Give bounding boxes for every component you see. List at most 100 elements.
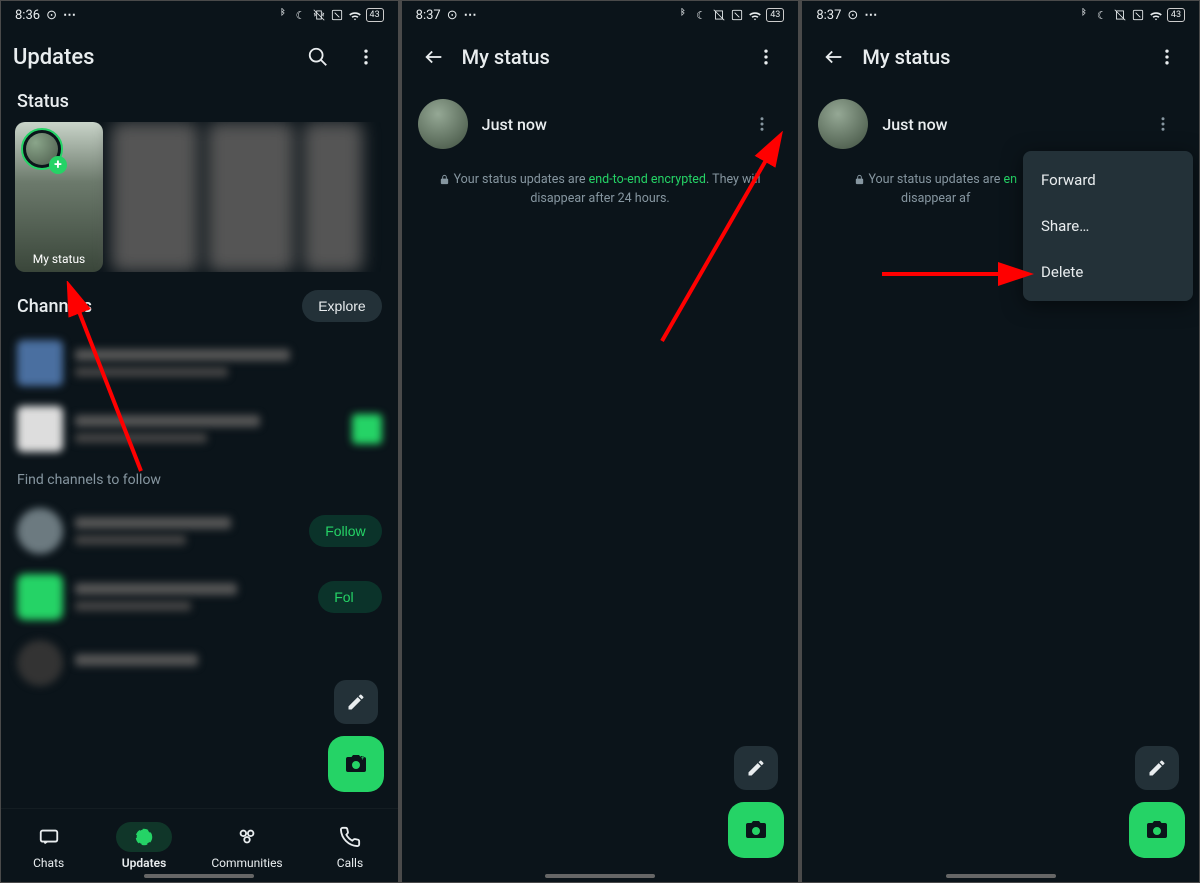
my-status-header: My status xyxy=(802,29,1199,85)
page-title: My status xyxy=(862,45,1139,69)
search-icon[interactable] xyxy=(298,37,338,77)
svg-text:+: + xyxy=(361,755,365,762)
nav-label: Updates xyxy=(122,856,167,870)
status-section-heading: Status xyxy=(1,85,398,122)
nav-label: Communities xyxy=(211,856,282,870)
record-dot-icon: ⊙ xyxy=(46,8,57,23)
overflow-menu-icon[interactable] xyxy=(746,37,786,77)
status-carousel[interactable]: + My status xyxy=(1,122,398,272)
clock-text: 8:37 xyxy=(416,8,441,23)
follow-button[interactable]: Follow xyxy=(309,515,381,547)
camera-fab[interactable] xyxy=(728,802,784,858)
phone-screenshot-1: 8:36 ⊙ ⋯ ☾ 43 Updates xyxy=(1,1,398,882)
battery-indicator: 43 xyxy=(1167,8,1185,22)
contact-status-card[interactable] xyxy=(207,122,295,272)
context-menu: Forward Share… Delete xyxy=(1023,151,1193,301)
page-title: Updates xyxy=(13,45,290,70)
encryption-link[interactable]: en xyxy=(1003,172,1017,187)
dnd-moon-icon: ☾ xyxy=(294,8,308,22)
battery-indicator: 43 xyxy=(766,8,784,22)
dnd-moon-icon: ☾ xyxy=(1095,8,1109,22)
status-entry-row[interactable]: Just now xyxy=(402,85,799,163)
annotation-arrow xyxy=(882,259,1042,289)
channel-avatar xyxy=(17,508,63,554)
overflow-menu-icon[interactable] xyxy=(1147,37,1187,77)
nav-label: Chats xyxy=(33,856,64,870)
add-status-plus-icon: + xyxy=(49,156,67,174)
channel-row[interactable] xyxy=(1,330,398,396)
lock-icon xyxy=(854,172,868,187)
my-status-card[interactable]: + My status xyxy=(15,122,103,272)
more-notifications-icon: ⋯ xyxy=(464,8,478,23)
home-indicator xyxy=(946,874,1056,878)
text-status-fab[interactable] xyxy=(334,680,378,724)
more-notifications-icon: ⋯ xyxy=(63,8,77,23)
channel-avatar xyxy=(17,340,63,386)
vibrate-icon xyxy=(312,8,326,22)
no-sim-icon xyxy=(330,8,344,22)
channels-heading: Channels xyxy=(17,296,92,317)
suggested-channel-row[interactable]: Fol xyxy=(1,564,398,630)
text-status-fab[interactable] xyxy=(734,746,778,790)
clock-text: 8:36 xyxy=(15,8,40,23)
bluetooth-icon xyxy=(1077,8,1091,22)
menu-item-forward[interactable]: Forward xyxy=(1023,157,1193,203)
follow-button[interactable]: Fol xyxy=(318,581,381,613)
my-status-header: My status xyxy=(402,29,799,85)
android-status-bar: 8:36 ⊙ ⋯ ☾ 43 xyxy=(1,1,398,29)
battery-indicator: 43 xyxy=(366,8,384,22)
dnd-moon-icon: ☾ xyxy=(694,8,708,22)
contact-status-card[interactable] xyxy=(111,122,199,272)
camera-fab[interactable] xyxy=(1129,802,1185,858)
page-title: My status xyxy=(462,45,739,69)
encryption-link[interactable]: end-to-end encrypted xyxy=(589,172,706,187)
explore-button[interactable]: Explore xyxy=(302,290,381,322)
channel-avatar xyxy=(17,640,63,686)
nav-updates[interactable]: Updates xyxy=(116,822,172,870)
record-dot-icon: ⊙ xyxy=(847,8,858,23)
contact-status-card[interactable] xyxy=(303,122,363,272)
nav-communities[interactable]: Communities xyxy=(211,822,282,870)
status-thumbnail xyxy=(418,99,468,149)
clock-text: 8:37 xyxy=(816,8,841,23)
bottom-navigation: Chats Updates Communities Calls xyxy=(1,808,398,882)
phone-screenshot-2: 8:37 ⊙ ⋯ ☾ 43 My status Just now xyxy=(402,1,799,882)
channel-avatar xyxy=(17,574,63,620)
channels-header: Channels Explore xyxy=(1,272,398,330)
overflow-menu-icon[interactable] xyxy=(346,37,386,77)
lock-icon xyxy=(439,172,453,187)
status-item-menu-icon[interactable] xyxy=(742,104,782,144)
channel-row[interactable] xyxy=(1,396,398,462)
home-indicator xyxy=(144,874,254,878)
no-sim-icon xyxy=(1131,8,1145,22)
wifi-icon xyxy=(1149,8,1163,22)
status-item-menu-icon[interactable] xyxy=(1143,104,1183,144)
wifi-icon xyxy=(748,8,762,22)
record-dot-icon: ⊙ xyxy=(447,8,458,23)
status-time-label: Just now xyxy=(882,115,1129,134)
status-time-label: Just now xyxy=(482,115,729,134)
channel-avatar xyxy=(17,406,63,452)
bluetooth-icon xyxy=(676,8,690,22)
menu-item-delete[interactable]: Delete xyxy=(1023,249,1193,295)
more-notifications-icon: ⋯ xyxy=(864,8,878,23)
back-arrow-icon[interactable] xyxy=(414,37,454,77)
vibrate-icon xyxy=(1113,8,1127,22)
nav-label: Calls xyxy=(337,856,363,870)
updates-header: Updates xyxy=(1,29,398,85)
android-status-bar: 8:37 ⊙ ⋯ ☾ 43 xyxy=(802,1,1199,29)
status-thumbnail xyxy=(818,99,868,149)
back-arrow-icon[interactable] xyxy=(814,37,854,77)
android-status-bar: 8:37 ⊙ ⋯ ☾ 43 xyxy=(402,1,799,29)
menu-item-share[interactable]: Share… xyxy=(1023,203,1193,249)
nav-chats[interactable]: Chats xyxy=(21,822,77,870)
bluetooth-icon xyxy=(276,8,290,22)
wifi-icon xyxy=(348,8,362,22)
nav-calls[interactable]: Calls xyxy=(322,822,378,870)
phone-screenshot-3: 8:37 ⊙ ⋯ ☾ 43 My status Just now xyxy=(802,1,1199,882)
vibrate-icon xyxy=(712,8,726,22)
camera-fab[interactable]: + xyxy=(328,736,384,792)
no-sim-icon xyxy=(730,8,744,22)
text-status-fab[interactable] xyxy=(1135,746,1179,790)
suggested-channel-row[interactable]: Follow xyxy=(1,498,398,564)
